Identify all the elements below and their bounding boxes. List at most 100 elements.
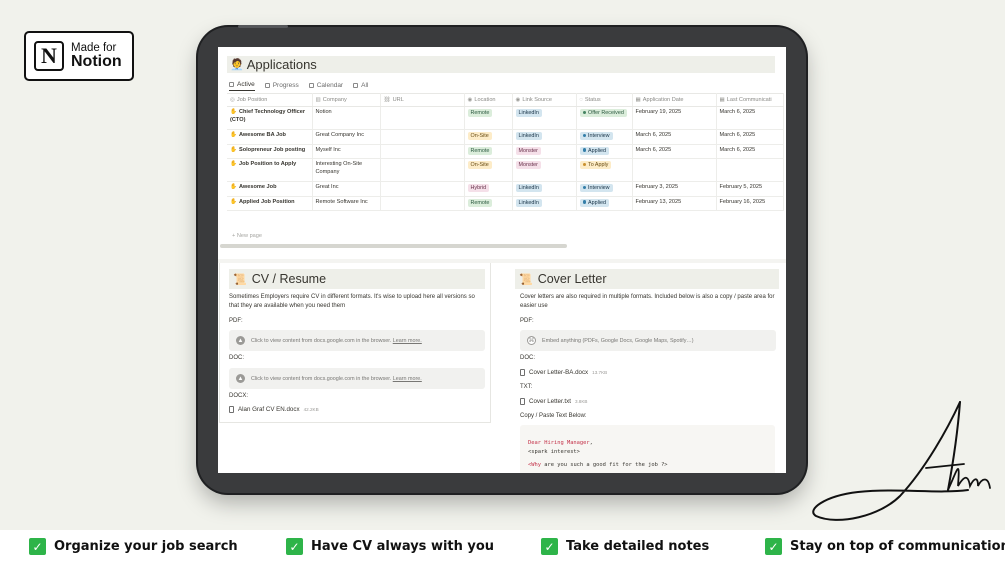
feature-notes: ✓ Take detailed notes	[541, 538, 709, 555]
last-communication-cell[interactable]: February 16, 2025	[716, 196, 784, 211]
source-tag[interactable]: Monster	[515, 161, 541, 169]
status-badge[interactable]: Applied	[579, 198, 609, 207]
learn-more-link[interactable]: Learn more.	[393, 338, 422, 344]
cv-docx-file[interactable]: Alan Graf CV EN.docx 42.2KB	[229, 406, 319, 413]
copy-paste-label: Copy / Paste Text Below:	[520, 413, 587, 419]
board-icon	[264, 82, 270, 88]
url-cell[interactable]	[380, 196, 465, 211]
last-communication-cell[interactable]: March 6, 2025	[716, 129, 784, 145]
col-application-date[interactable]: ▦ Application Date	[632, 93, 717, 107]
url-cell[interactable]	[380, 106, 465, 130]
cv-title-bar: 📜 CV / Resume	[229, 269, 485, 289]
application-date-cell[interactable]: February 3, 2025	[632, 181, 717, 197]
col-last-communication[interactable]: ▦ Last Communicati	[716, 93, 784, 107]
table-header-row: ◎ Job Position ▥ Company ⛓ URL ◉ Location ◉ L…	[227, 93, 784, 107]
table-row[interactable]: ✋ Chief Technology Officer (CTO) Notion R…	[227, 106, 784, 130]
url-cell[interactable]	[380, 144, 465, 159]
job-position-cell[interactable]: Awesome Job	[239, 184, 277, 190]
job-position-cell[interactable]: Applied Job Position	[239, 199, 295, 205]
table-row[interactable]: ✋ Solopreneur Job posting Myself Inc Remo…	[227, 144, 784, 159]
new-page-button[interactable]: + New page	[232, 233, 262, 239]
url-cell[interactable]	[380, 158, 465, 182]
file-icon	[520, 369, 525, 376]
checkmark-icon: ✓	[286, 538, 303, 555]
cover-doc-file[interactable]: Cover Letter-BA.docx 13.7KB	[520, 369, 607, 376]
application-date-cell[interactable]: March 6, 2025	[632, 144, 717, 159]
status-badge[interactable]: Offer Received	[579, 109, 627, 117]
status-badge[interactable]: Interview	[579, 132, 613, 140]
last-communication-cell[interactable]: March 6, 2025	[716, 144, 784, 159]
source-tag[interactable]: LinkedIn	[515, 184, 542, 192]
cv-doc-embed[interactable]: ▲ Click to view content from docs.google…	[229, 368, 485, 389]
url-cell[interactable]	[380, 129, 465, 145]
table-row[interactable]: ✋ Awesome BA Job Great Company Inc On-Sit…	[227, 129, 784, 145]
feature-communication: ✓ Stay on top of communication	[765, 538, 1005, 555]
status-badge[interactable]: To Apply	[579, 161, 612, 169]
tab-all[interactable]: All	[353, 79, 368, 91]
tab-active[interactable]: Active	[229, 79, 255, 91]
tablet-top-button	[238, 25, 288, 28]
source-tag[interactable]: Monster	[515, 146, 541, 155]
application-date-cell[interactable]	[632, 158, 717, 182]
location-tag[interactable]: Remote	[467, 109, 493, 117]
cover-letter-code-block[interactable]: Dear Hiring Manager, <spark interest> <W…	[520, 425, 775, 473]
col-link-source[interactable]: ◉ Link Source	[512, 93, 577, 107]
tab-progress[interactable]: Progress	[264, 79, 299, 91]
location-tag[interactable]: On-Site	[467, 132, 492, 140]
source-tag[interactable]: LinkedIn	[515, 109, 542, 117]
table-row[interactable]: ✋ Applied Job Position Remote Software In…	[227, 196, 784, 211]
company-cell[interactable]: Notion	[312, 106, 381, 130]
horizontal-scrollbar[interactable]	[220, 244, 567, 248]
cover-title[interactable]: Cover Letter	[538, 272, 607, 286]
badge-line1: Made for	[71, 41, 117, 54]
embed-icon: ⌘	[527, 336, 536, 345]
application-date-cell[interactable]: February 19, 2025	[632, 106, 717, 130]
cloud-icon: ▲	[236, 374, 245, 383]
cover-txt-file[interactable]: Cover Letter.txt 3.8KB	[520, 398, 587, 405]
last-communication-cell[interactable]	[716, 158, 784, 182]
job-position-cell[interactable]: Awesome BA Job	[239, 132, 286, 138]
cover-doc-label: DOC:	[520, 355, 535, 361]
url-cell[interactable]	[380, 181, 465, 197]
list-icon	[353, 82, 359, 88]
table-row[interactable]: ✋ Job Position to Apply Interesting On-Si…	[227, 158, 784, 182]
application-date-cell[interactable]: March 6, 2025	[632, 129, 717, 145]
application-date-cell[interactable]: February 13, 2025	[632, 196, 717, 211]
last-communication-cell[interactable]: March 6, 2025	[716, 106, 784, 130]
database-title[interactable]: Applications	[247, 57, 317, 72]
cloud-icon: ▲	[236, 336, 245, 345]
source-tag[interactable]: LinkedIn	[515, 198, 542, 207]
location-tag[interactable]: On-Site	[467, 161, 492, 169]
made-for-notion-badge: N Made for Notion	[24, 31, 134, 81]
col-url[interactable]: ⛓ URL	[380, 93, 465, 107]
cover-pdf-embed[interactable]: ⌘ Embed anything (PDFs, Google Docs, Goo…	[520, 330, 776, 351]
last-communication-cell[interactable]: February 5, 2025	[716, 181, 784, 197]
cover-txt-label: TXT:	[520, 384, 533, 390]
col-status[interactable]: ◌ Status	[576, 93, 633, 107]
location-tag[interactable]: Remote	[467, 146, 493, 155]
company-cell[interactable]: Great Inc	[312, 181, 381, 197]
job-position-cell[interactable]: Chief Technology Officer (CTO)	[230, 109, 305, 123]
company-cell[interactable]: Interesting On-Site Company	[312, 158, 381, 182]
job-position-cell[interactable]: Job Position to Apply	[239, 161, 296, 167]
col-location[interactable]: ◉ Location	[464, 93, 513, 107]
tab-calendar[interactable]: Calendar	[308, 79, 343, 91]
col-company[interactable]: ▥ Company	[312, 93, 381, 107]
learn-more-link[interactable]: Learn more.	[393, 376, 422, 382]
job-position-cell[interactable]: Solopreneur Job posting	[239, 147, 305, 153]
company-cell[interactable]: Remote Software Inc	[312, 196, 381, 211]
status-badge[interactable]: Interview	[579, 184, 613, 192]
company-cell[interactable]: Myself Inc	[312, 144, 381, 159]
cover-title-bar: 📜 Cover Letter	[515, 269, 779, 289]
cv-description: Sometimes Employers require CV in differ…	[229, 294, 475, 310]
cv-title[interactable]: CV / Resume	[252, 272, 326, 286]
col-job-position[interactable]: ◎ Job Position	[227, 93, 313, 107]
location-tag[interactable]: Remote	[467, 198, 493, 207]
location-tag[interactable]: Hybrid	[467, 184, 490, 192]
cover-description: Cover letters are also required in multi…	[520, 294, 775, 310]
status-badge[interactable]: Applied	[579, 146, 609, 155]
source-tag[interactable]: LinkedIn	[515, 132, 542, 140]
cv-pdf-embed[interactable]: ▲ Click to view content from docs.google…	[229, 330, 485, 351]
company-cell[interactable]: Great Company Inc	[312, 129, 381, 145]
table-row[interactable]: ✋ Awesome Job Great Inc Hybrid LinkedIn I…	[227, 181, 784, 197]
